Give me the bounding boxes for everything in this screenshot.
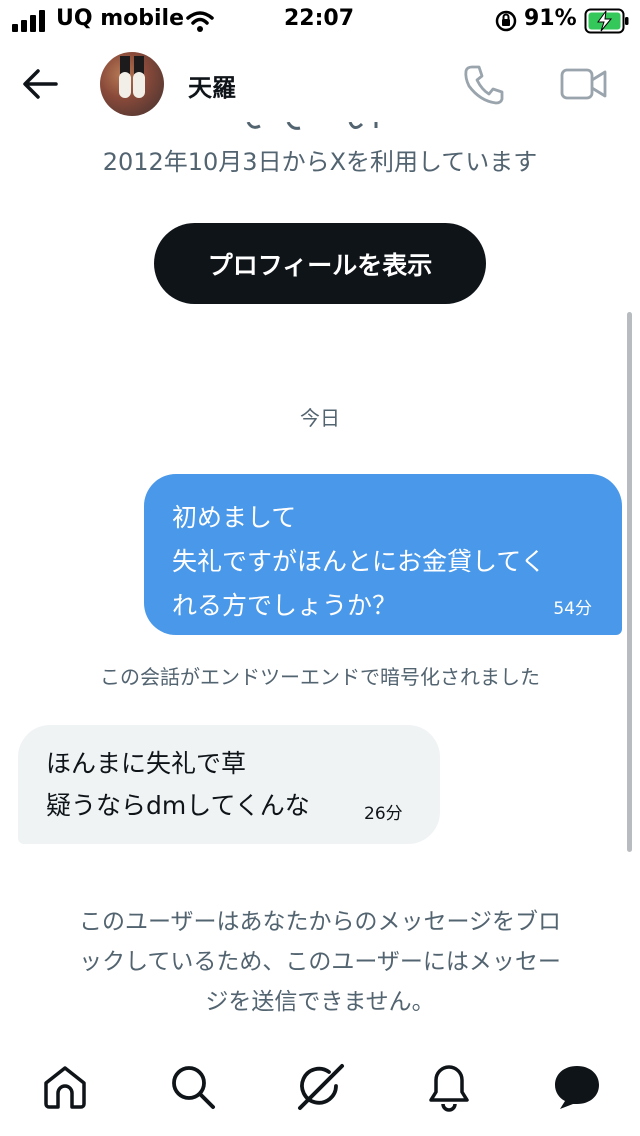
conversation-title[interactable]: 天羅 — [188, 68, 236, 103]
message-text-line: 疑うならdmしてくんな — [46, 791, 310, 820]
back-arrow-icon[interactable] — [20, 64, 60, 104]
blocked-notice-line: ックしているため、このユーザーにはメッセー — [79, 949, 561, 975]
wifi-icon — [186, 11, 214, 32]
search-icon[interactable] — [168, 1062, 218, 1112]
clock: 22:07 — [284, 6, 355, 31]
scrollbar[interactable] — [627, 312, 632, 852]
message-timestamp: 54分 — [553, 599, 592, 619]
blocked-notice-line: ジを送信できません。 — [205, 989, 435, 1015]
cut-off-handle-text — [246, 122, 378, 130]
outgoing-message-bubble[interactable]: 初めまして 失礼ですがほんとにお金貸してく れる方でしょうか？ 54分 — [144, 474, 622, 635]
message-text-line: れる方でしょうか？ — [172, 591, 398, 620]
message-text-line: ほんまに失礼で草 — [46, 749, 247, 778]
battery-percent: 91% — [524, 6, 577, 31]
date-separator: 今日 — [300, 406, 340, 430]
encryption-notice: この会話がエンドツーエンドで暗号化されました — [100, 665, 540, 689]
cellular-signal-icon — [12, 10, 45, 32]
message-text-line: 初めまして — [172, 503, 297, 532]
battery-charging-icon — [584, 8, 629, 34]
incoming-message-bubble[interactable]: ほんまに失礼で草 疑うならdmしてくんな 26分 — [18, 725, 440, 844]
message-text-line: 失礼ですがほんとにお金貸してく — [172, 547, 546, 576]
home-icon[interactable] — [40, 1062, 90, 1112]
avatar[interactable] — [100, 52, 164, 116]
blocked-notice: このユーザーはあなたからのメッセージをブロ ックしているため、このユーザーにはメ… — [40, 902, 600, 1022]
joined-date-text: 2012年10月3日からXを利用しています — [102, 148, 538, 176]
phone-icon[interactable] — [462, 62, 506, 106]
view-profile-button[interactable]: プロフィールを表示 — [154, 223, 486, 304]
blocked-notice-line: このユーザーはあなたからのメッセージをブロ — [78, 909, 562, 935]
orientation-lock-icon — [495, 10, 517, 32]
bell-icon[interactable] — [424, 1062, 474, 1112]
video-icon[interactable] — [560, 64, 608, 104]
carrier-label: UQ mobile — [56, 6, 185, 31]
grok-icon[interactable] — [296, 1062, 346, 1112]
messages-icon[interactable] — [552, 1062, 602, 1112]
status-bar: UQ mobile 22:07 91% — [0, 0, 640, 42]
message-timestamp: 26分 — [364, 804, 403, 824]
